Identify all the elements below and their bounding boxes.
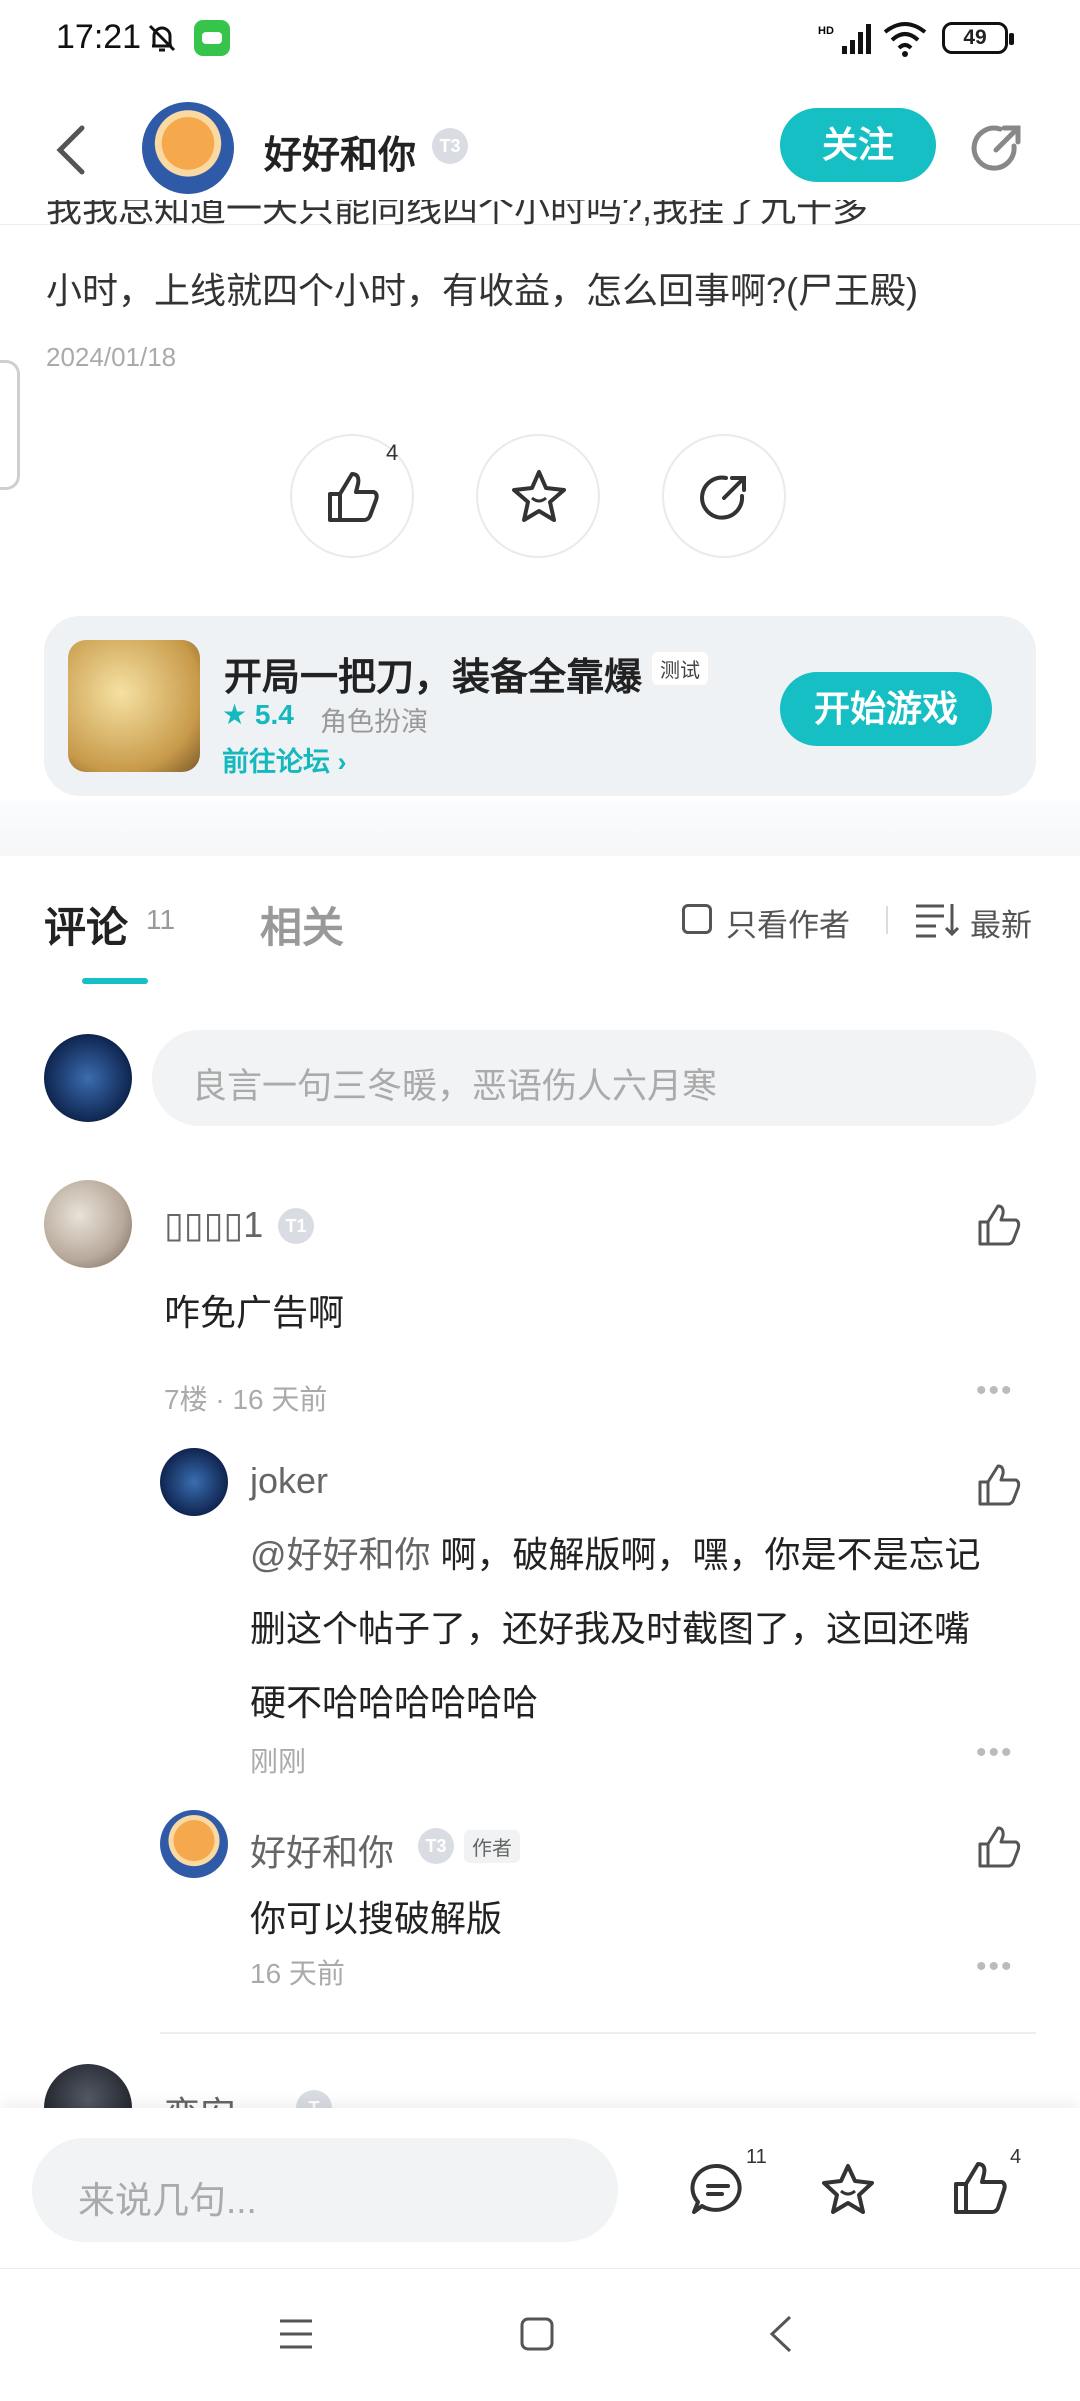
comment-icon[interactable] [688, 2160, 748, 2220]
comment-count: 11 [146, 904, 176, 935]
back-arrow-icon[interactable] [48, 120, 98, 180]
tab-related[interactable]: 相关 [260, 894, 344, 955]
share-icon [700, 475, 746, 520]
reply-avatar[interactable] [160, 1448, 228, 1516]
like-count: 4 [386, 440, 399, 465]
mention-link[interactable]: @好好和你 [250, 1534, 431, 1575]
post-text-cut: 我我总知道一天只能同线四个小时吗?,我挂了九十多 [46, 200, 869, 229]
reply-text-line1: @好好和你 啊，破解版啊，嘿，你是不是忘记 [250, 1534, 981, 1575]
commenter-name[interactable]: ▯▯▯▯1 [164, 1204, 263, 1246]
comment-divider [160, 2032, 1036, 2034]
battery-icon: 49 [942, 22, 1014, 54]
post-text: 小时，上线就四个小时，有收益，怎么回事啊?(尸王殿) [46, 270, 918, 311]
level-badge: T3 [432, 128, 468, 164]
comment-text: 咋免广告啊 [164, 1292, 345, 1333]
signal-icon: HD [818, 24, 871, 54]
star-icon[interactable] [818, 2160, 878, 2220]
more-options-icon[interactable]: ••• [976, 1950, 1014, 1984]
game-genre: 角色扮演 [320, 707, 428, 737]
thumb-up-icon[interactable] [950, 2158, 1010, 2218]
status-bar: 17:21 HD 49 [0, 0, 1080, 84]
like-count-badge: 4 [1010, 2146, 1022, 2168]
svg-text:HD: HD [818, 25, 834, 37]
comment-count-badge: 11 [746, 2146, 767, 2168]
reply-meta: 16 天前 [250, 1958, 345, 1989]
system-nav-bar [0, 2268, 1080, 2401]
only-author-label[interactable]: 只看作者 [726, 900, 850, 945]
reply-meta: 刚刚 [250, 1746, 307, 1777]
sort-newest[interactable]: 最新 [970, 900, 1032, 945]
game-rating: ★ 5.4 [222, 699, 294, 730]
back-icon[interactable] [764, 2313, 800, 2355]
comment-input-placeholder[interactable]: 良言一句三冬暖，恶语伤人六月寒 [192, 1058, 717, 1109]
author-name[interactable]: 好好和你 [264, 124, 416, 179]
follow-button[interactable]: 关注 [780, 108, 936, 182]
reply-like-icon[interactable] [976, 1824, 1022, 1870]
share-button[interactable] [662, 434, 786, 558]
reply-text-line3: 硬不哈哈哈哈哈哈 [250, 1682, 539, 1723]
sort-icon[interactable] [914, 902, 960, 938]
game-forum-link[interactable]: 前往论坛 › [222, 740, 347, 779]
side-drawer-handle[interactable] [0, 360, 20, 490]
reply-like-icon[interactable] [976, 1462, 1022, 1508]
more-options-icon[interactable]: ••• [976, 1736, 1014, 1770]
commenter-avatar[interactable] [44, 1180, 132, 1268]
reply-text: 你可以搜破解版 [250, 1898, 503, 1939]
star-icon [512, 470, 566, 522]
active-tab-indicator [82, 978, 148, 984]
mute-bell-icon [148, 24, 176, 52]
level-badge: T3 [418, 1828, 454, 1864]
reply-name[interactable]: joker [250, 1460, 328, 1502]
only-author-checkbox[interactable] [682, 904, 712, 934]
home-icon[interactable] [518, 2315, 556, 2353]
section-divider [0, 800, 1080, 856]
app-notification-icon [194, 20, 230, 56]
comment-like-icon[interactable] [976, 1202, 1022, 1248]
reply-input-placeholder[interactable]: 来说几句... [78, 2170, 257, 2224]
thumb-up-icon [328, 472, 379, 522]
game-title[interactable]: 开局一把刀，装备全靠爆 [224, 646, 642, 701]
reply-name[interactable]: 好好和你 [250, 1824, 394, 1876]
wifi-icon [883, 22, 927, 57]
divider [886, 906, 888, 934]
more-options-icon[interactable]: ••• [976, 1374, 1014, 1408]
author-avatar[interactable] [142, 102, 234, 194]
post-date: 2024/01/18 [46, 342, 177, 372]
favorite-button[interactable] [476, 434, 600, 558]
my-avatar [44, 1034, 132, 1122]
comment-meta: 7楼 · 16 天前 [164, 1384, 328, 1415]
game-icon[interactable] [68, 640, 200, 772]
game-test-tag: 测试 [652, 652, 708, 685]
level-badge: T1 [278, 1208, 314, 1244]
tab-comments[interactable]: 评论 [44, 894, 128, 955]
reply-text-line2: 删这个帖子了，还好我及时截图了，这回还嘴 [250, 1608, 971, 1649]
menu-icon[interactable] [276, 2317, 316, 2351]
status-time: 17:21 [56, 18, 142, 56]
start-game-button[interactable]: 开始游戏 [780, 672, 992, 746]
reply-avatar[interactable] [160, 1810, 228, 1878]
author-tag: 作者 [464, 1830, 520, 1863]
share-icon[interactable] [968, 120, 1026, 178]
